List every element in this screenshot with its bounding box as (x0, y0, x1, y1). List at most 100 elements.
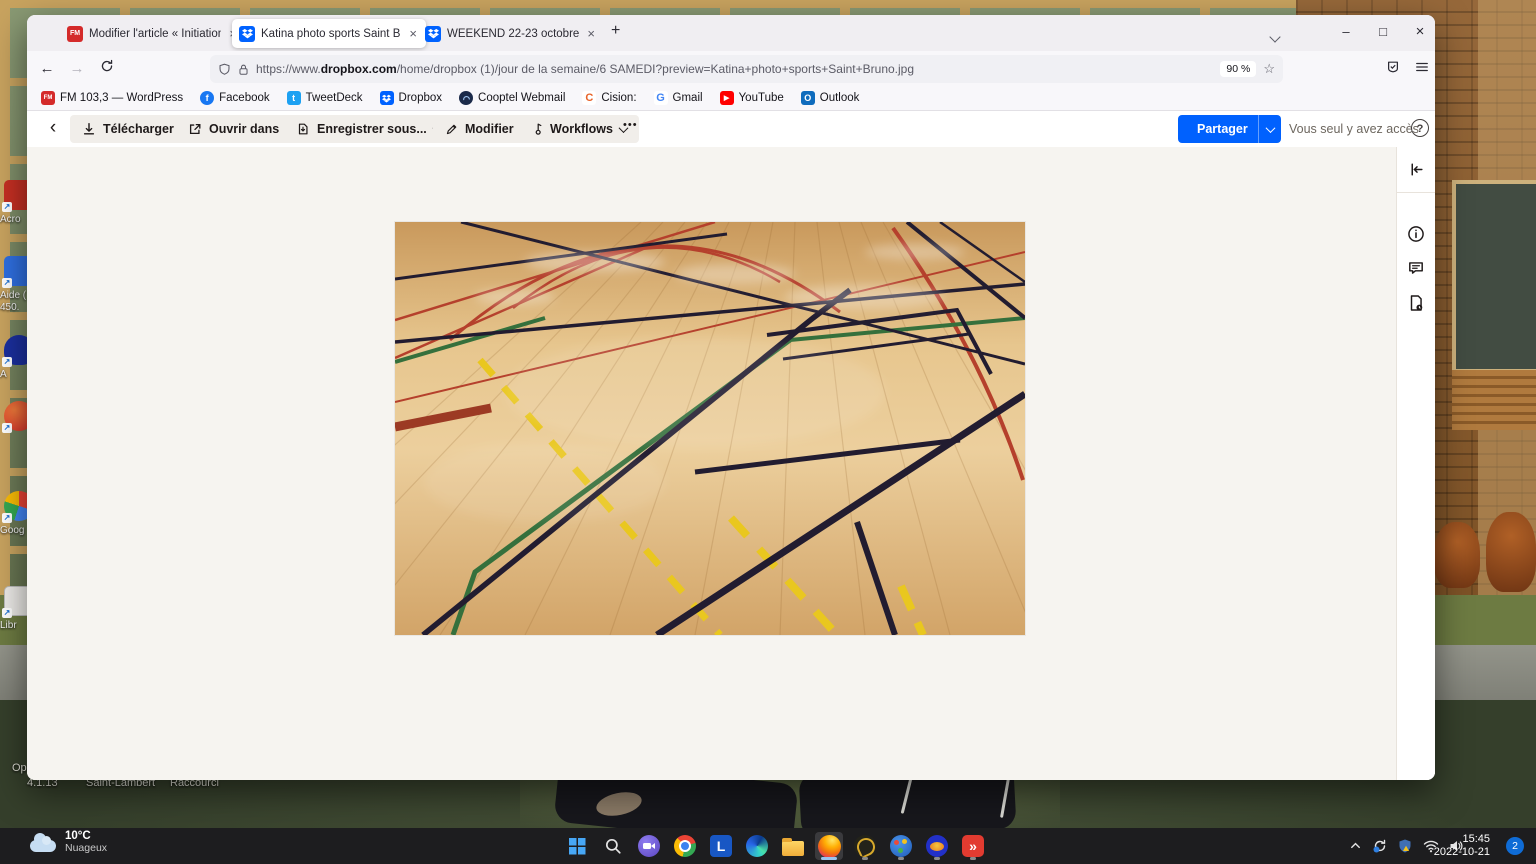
zoom-level-badge[interactable]: 90 % (1220, 61, 1256, 77)
tab-dropbox-katina[interactable]: Katina photo sports Saint Bruno × (232, 19, 426, 48)
blue-app-button[interactable] (923, 832, 951, 860)
bookmark-label: FM 103,3 — WordPress (60, 92, 183, 104)
firefox-icon (818, 835, 841, 858)
bookmark-cooptel[interactable]: Cooptel Webmail (459, 91, 565, 105)
save-as-button[interactable]: Enregistrer sous... (284, 115, 453, 143)
help-icon[interactable]: ? (1411, 119, 1429, 137)
bookmark-label: TweetDeck (306, 92, 363, 104)
window-maximize-button[interactable]: □ (1368, 19, 1398, 45)
firefox-button[interactable] (815, 832, 843, 860)
desktop-shortcut-acrobat[interactable]: ↗ Acro (0, 180, 27, 230)
bookmark-dropbox[interactable]: Dropbox (380, 91, 442, 105)
edit-button[interactable]: Modifier (433, 115, 526, 143)
notification-badge[interactable]: 2 (1506, 837, 1524, 855)
share-button[interactable]: Partager (1178, 115, 1258, 143)
bookmark-tweetdeck[interactable]: t TweetDeck (287, 91, 363, 105)
save-as-icon (296, 122, 310, 136)
blue-orange-app-icon (926, 835, 948, 857)
tab-close-icon[interactable]: × (585, 26, 597, 41)
url-bar[interactable]: https://www.dropbox.com/home/dropbox (1)… (210, 55, 1283, 83)
version-history-icon[interactable] (1407, 294, 1425, 312)
edge-button[interactable] (743, 832, 771, 860)
audio-app-button[interactable] (851, 832, 879, 860)
chrome-button[interactable] (671, 832, 699, 860)
tab-dropbox-weekend[interactable]: WEEKEND 22-23 octobre - Wor × (418, 19, 604, 48)
bookmark-facebook[interactable]: f Facebook (200, 91, 270, 105)
list-all-tabs-icon[interactable] (1271, 28, 1279, 46)
url-scheme: https://www. (256, 62, 321, 76)
new-tab-button[interactable]: + (605, 22, 626, 40)
desktop-shortcut-a[interactable]: ↗ A (0, 335, 27, 387)
cooptel-icon (459, 91, 473, 105)
bookmark-outlook[interactable]: O Outlook (801, 91, 860, 105)
workflows-button[interactable]: Workflows (517, 115, 639, 143)
comments-icon[interactable] (1407, 259, 1425, 277)
bookmark-youtube[interactable]: ▶ YouTube (720, 91, 784, 105)
weather-widget[interactable]: 10°C Nuageux (30, 830, 107, 854)
workflows-label: Workflows (550, 122, 613, 136)
desktop-shortcut-orange[interactable]: ↗ (0, 401, 27, 447)
shortcut-label: A (0, 369, 27, 380)
collapse-arrow-icon (1408, 161, 1425, 178)
wallpaper-wood-slats (1452, 370, 1536, 430)
paint-app-button[interactable] (887, 832, 915, 860)
red-app-button[interactable]: » (959, 832, 987, 860)
url-text[interactable]: https://www.dropbox.com/home/dropbox (1)… (256, 62, 1213, 76)
reload-icon[interactable] (95, 57, 119, 81)
folder-icon (782, 841, 804, 856)
facebook-icon: f (200, 91, 214, 105)
search-icon (604, 837, 622, 855)
weather-condition: Nuageux (65, 842, 107, 854)
tab-title: Katina photo sports Saint Bruno (261, 28, 401, 40)
share-dropdown-button[interactable] (1258, 115, 1281, 143)
info-icon[interactable] (1407, 225, 1425, 243)
search-button[interactable] (599, 832, 627, 860)
open-in-icon (188, 122, 202, 136)
weather-temperature: 10°C (65, 830, 107, 842)
taskbar-clock[interactable]: 15:45 2022-10-21 (1434, 833, 1490, 859)
pencil-icon (445, 123, 458, 136)
edit-label: Modifier (465, 122, 514, 136)
workflows-icon (529, 122, 543, 136)
tracking-shield-icon[interactable] (218, 63, 231, 76)
window-close-button[interactable]: × (1405, 19, 1435, 45)
dropbox-favicon (425, 26, 441, 42)
wallpaper-planter (1486, 512, 1536, 592)
preview-sidebar (1396, 147, 1435, 780)
account-shield-icon[interactable] (1381, 58, 1405, 82)
download-button[interactable]: Télécharger (70, 115, 186, 143)
bookmark-fm1033[interactable]: FM FM 103,3 — WordPress (41, 91, 183, 105)
window-minimize-button[interactable]: – (1331, 19, 1361, 45)
tray-sync-icon[interactable] (1372, 838, 1389, 855)
shortcut-label: Aide ( (0, 290, 27, 301)
more-actions-button[interactable]: ••• (623, 119, 638, 131)
dropbox-favicon (239, 26, 255, 42)
tray-show-hidden-icons[interactable] (1348, 838, 1365, 855)
forward-icon[interactable]: → (65, 57, 89, 81)
tab-wordpress-article[interactable]: FM Modifier l'article « Initiation aux × (60, 19, 246, 48)
fm-favicon: FM (41, 91, 55, 105)
menu-hamburger-icon[interactable] (1410, 58, 1434, 82)
preview-image-gym-floor[interactable] (395, 222, 1025, 635)
chrome-icon (674, 835, 696, 857)
collapse-sidebar-button[interactable] (1397, 147, 1435, 193)
bookmark-star-icon[interactable]: ☆ (1263, 61, 1275, 77)
start-button[interactable] (563, 832, 591, 860)
l-app-button[interactable]: L (707, 832, 735, 860)
bookmark-cision[interactable]: C Cision: (582, 91, 636, 105)
lock-icon[interactable] (238, 63, 249, 76)
file-explorer-button[interactable] (779, 832, 807, 860)
shortcut-arrow-icon: ↗ (2, 202, 12, 212)
back-icon[interactable]: ← (35, 57, 59, 81)
bookmark-label: YouTube (739, 92, 784, 104)
desktop-shortcut-aide[interactable]: ↗ Aide ( 450. (0, 256, 27, 322)
bookmark-gmail[interactable]: G Gmail (654, 91, 703, 105)
access-status-text: Vous seul y avez accès (1289, 122, 1419, 136)
desktop-shortcut-google[interactable]: ↗ Goog (0, 491, 27, 547)
chat-icon (638, 835, 660, 857)
preview-back-button[interactable]: ‹ (41, 115, 65, 143)
download-label: Télécharger (103, 122, 174, 136)
desktop-shortcut-libreoffice[interactable]: ↗ Libr (0, 586, 27, 644)
tray-security-shield-icon[interactable] (1397, 838, 1414, 855)
teams-chat-button[interactable] (635, 832, 663, 860)
